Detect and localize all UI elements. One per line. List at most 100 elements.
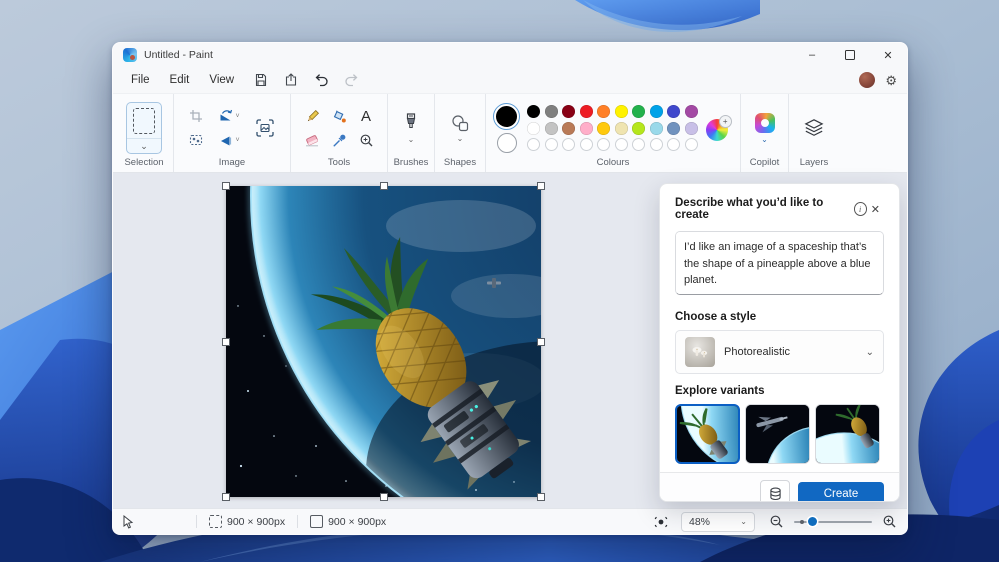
- maximize-button[interactable]: [831, 43, 869, 67]
- minimize-button[interactable]: –: [793, 43, 831, 67]
- flip-button[interactable]: ˅: [212, 128, 246, 152]
- zoom-slider-knob[interactable]: [808, 517, 817, 526]
- selection-handle-s[interactable]: [380, 493, 388, 501]
- colour-swatch-empty[interactable]: [527, 138, 540, 151]
- selection-handle-se[interactable]: [537, 493, 545, 501]
- colour-swatch-empty[interactable]: [650, 138, 663, 151]
- colour-swatch[interactable]: [562, 105, 575, 118]
- maximize-icon: [845, 50, 855, 60]
- variant-thumbnail-2[interactable]: [745, 404, 810, 464]
- variant-thumbnail-3[interactable]: [815, 404, 880, 464]
- colour-swatch-empty[interactable]: [685, 138, 698, 151]
- redo-button[interactable]: [338, 70, 364, 90]
- selection-handle-nw[interactable]: [222, 182, 230, 190]
- chevron-down-icon[interactable]: ⌄: [408, 136, 415, 144]
- menu-edit[interactable]: Edit: [160, 71, 200, 89]
- panel-title: Describe what you’d like to create: [675, 197, 849, 221]
- zoom-in-icon[interactable]: [882, 514, 897, 529]
- chevron-down-icon[interactable]: ⌄: [127, 138, 161, 153]
- colour-swatch[interactable]: [545, 105, 558, 118]
- fill-tool[interactable]: [326, 104, 353, 128]
- undo-icon: [314, 73, 329, 87]
- colour-swatch[interactable]: [685, 105, 698, 118]
- colour-swatch-empty[interactable]: [562, 138, 575, 151]
- colour-swatch[interactable]: [615, 105, 628, 118]
- undo-button[interactable]: [308, 70, 334, 90]
- brushes-button[interactable]: [403, 113, 419, 133]
- colour-swatch-empty[interactable]: [667, 138, 680, 151]
- selection-handle-e[interactable]: [537, 338, 545, 346]
- colour-swatch[interactable]: [667, 105, 680, 118]
- section-layers: Layers: [788, 94, 839, 172]
- close-button[interactable]: ✕: [869, 43, 907, 67]
- selection-handle-w[interactable]: [222, 338, 230, 346]
- colour-swatch[interactable]: [597, 105, 610, 118]
- copilot-button[interactable]: [755, 113, 775, 133]
- canvas-image[interactable]: [226, 186, 541, 497]
- selection-handle-sw[interactable]: [222, 493, 230, 501]
- background-colour-well[interactable]: [497, 133, 517, 153]
- colour-palette: [527, 105, 698, 151]
- color-picker-tool[interactable]: [326, 128, 353, 152]
- fit-to-screen-icon[interactable]: [653, 515, 669, 529]
- chevron-down-icon[interactable]: ⌄: [457, 135, 464, 143]
- rotate-button[interactable]: ˅: [212, 104, 246, 128]
- settings-gear-icon[interactable]: ⚙: [885, 74, 897, 87]
- colour-swatch[interactable]: [527, 122, 540, 135]
- account-avatar[interactable]: [859, 72, 875, 88]
- crop-button[interactable]: [184, 104, 208, 128]
- shapes-button[interactable]: [451, 114, 469, 132]
- prompt-input[interactable]: I’d like an image of a spaceship that’s …: [675, 231, 884, 295]
- colour-swatch[interactable]: [650, 105, 663, 118]
- magnifier-tool[interactable]: [353, 128, 380, 152]
- chevron-down-icon: ⌄: [740, 518, 747, 526]
- colour-swatch[interactable]: [580, 122, 593, 135]
- info-icon[interactable]: i: [854, 202, 867, 216]
- colour-swatch-empty[interactable]: [597, 138, 610, 151]
- create-button[interactable]: Create: [798, 482, 884, 503]
- credits-button[interactable]: [760, 480, 790, 502]
- variant-thumbnail-1[interactable]: [675, 404, 740, 464]
- panel-close-icon[interactable]: ✕: [867, 201, 884, 218]
- selection-handle-ne[interactable]: [537, 182, 545, 190]
- zoom-percentage-dropdown[interactable]: 48% ⌄: [681, 512, 755, 532]
- pencil-tool[interactable]: [299, 104, 326, 128]
- menu-file[interactable]: File: [121, 71, 160, 89]
- colour-swatch[interactable]: [527, 105, 540, 118]
- colour-swatch-empty[interactable]: [615, 138, 628, 151]
- chevron-down-icon[interactable]: ˅: [235, 137, 239, 144]
- selection-handle-n[interactable]: [380, 182, 388, 190]
- foreground-colour-well[interactable]: [494, 104, 519, 129]
- colour-swatch-empty[interactable]: [580, 138, 593, 151]
- eraser-tool[interactable]: [299, 128, 326, 152]
- colour-swatch[interactable]: [667, 122, 680, 135]
- zoom-slider[interactable]: [794, 515, 872, 529]
- zoom-out-icon[interactable]: [769, 514, 784, 529]
- selection-tool-button[interactable]: ⌄: [126, 102, 162, 154]
- colour-swatch[interactable]: [685, 122, 698, 135]
- colour-swatch[interactable]: [545, 122, 558, 135]
- colour-swatch[interactable]: [632, 122, 645, 135]
- chevron-down-icon[interactable]: ⌄: [761, 136, 768, 144]
- layers-button[interactable]: [803, 99, 825, 158]
- style-dropdown[interactable]: Photorealistic ⌄: [675, 330, 884, 374]
- chevron-down-icon[interactable]: ˅: [235, 113, 239, 120]
- colour-swatch-empty[interactable]: [545, 138, 558, 151]
- edit-colours-button[interactable]: +: [706, 115, 732, 141]
- text-tool[interactable]: A: [353, 104, 380, 128]
- window-title: Untitled - Paint: [144, 49, 213, 61]
- menu-view[interactable]: View: [199, 71, 244, 89]
- colour-swatch[interactable]: [562, 122, 575, 135]
- colour-swatch[interactable]: [597, 122, 610, 135]
- resize-button[interactable]: [250, 104, 280, 152]
- share-button[interactable]: [278, 70, 304, 90]
- zoom-slider-track[interactable]: [794, 521, 872, 523]
- colour-swatch[interactable]: [615, 122, 628, 135]
- select-background-button[interactable]: [184, 128, 208, 152]
- colour-swatch[interactable]: [580, 105, 593, 118]
- colour-swatch[interactable]: [650, 122, 663, 135]
- colour-swatch-empty[interactable]: [632, 138, 645, 151]
- colour-swatch[interactable]: [632, 105, 645, 118]
- save-button[interactable]: [248, 70, 274, 90]
- crop-icon: [189, 109, 203, 123]
